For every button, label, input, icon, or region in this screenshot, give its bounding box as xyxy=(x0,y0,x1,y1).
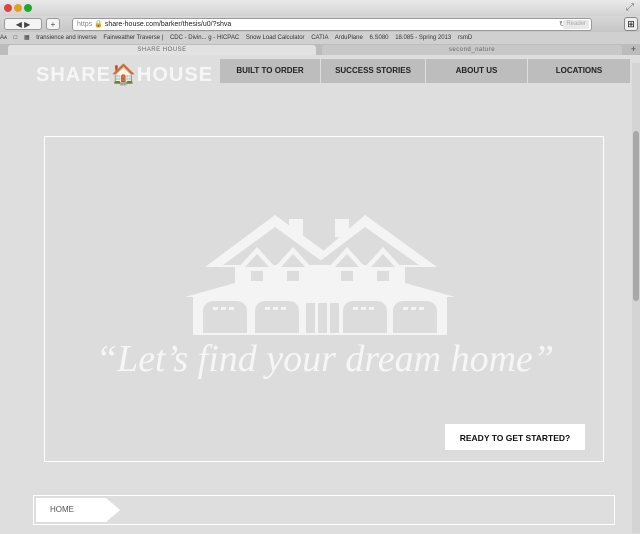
bookmark-item[interactable]: Snow Load Calculator xyxy=(246,35,305,41)
page-scrollbar[interactable] xyxy=(632,63,640,533)
bookmark-item[interactable]: CDC - Divin... g - HICPAC xyxy=(170,35,239,41)
breadcrumb-home[interactable]: HOME xyxy=(36,498,106,522)
scrollbar-thumb[interactable] xyxy=(633,131,639,301)
address-bar[interactable]: https 🔒 share-house.com/barker/thesis/u0… xyxy=(72,18,592,31)
tab-second-nature[interactable]: second_nature xyxy=(322,45,622,55)
bookmarks-bar: Aᴀ □ ▦ transience and inverse Fairweathe… xyxy=(0,32,640,44)
hero-panel: “Let’s find your dream home” READY TO GE… xyxy=(44,136,604,462)
browser-toolbar: ◀ ▶ + https 🔒 share-house.com/barker/the… xyxy=(0,16,640,32)
back-forward-buttons[interactable]: ◀ ▶ xyxy=(4,18,42,30)
nav-built-to-order[interactable]: BUILT TO ORDER xyxy=(220,59,320,83)
bookmark-item[interactable]: CATIA xyxy=(311,35,328,41)
minimize-window-button[interactable] xyxy=(14,4,22,12)
house-icon xyxy=(185,215,455,335)
close-window-button[interactable] xyxy=(4,4,12,12)
bookmark-item[interactable]: ArduPlane xyxy=(335,35,363,41)
new-tab-icon[interactable]: + xyxy=(631,44,636,54)
bookmark-item[interactable]: 18.085 - Spring 2013 xyxy=(395,35,451,41)
bookmark-item[interactable]: 6.S080 xyxy=(370,35,389,41)
bookmark-item[interactable]: rsmD xyxy=(458,35,472,41)
bookmark-item[interactable]: Fairweather Traverse | xyxy=(103,35,163,41)
lock-icon: 🔒 xyxy=(94,21,103,28)
url-protocol: https xyxy=(77,21,93,28)
bookmark-item[interactable]: ▦ xyxy=(24,35,30,41)
bookmark-item[interactable]: transience and inverse xyxy=(36,35,96,41)
tab-share-house[interactable]: SHARE HOUSE xyxy=(8,45,316,55)
site-logo[interactable]: SHARE🏠HOUSE xyxy=(36,62,213,87)
get-started-button[interactable]: READY TO GET STARTED? xyxy=(445,424,585,450)
reader-button[interactable]: Reader xyxy=(563,20,589,29)
bookmark-item[interactable]: □ xyxy=(14,35,18,41)
add-bookmark-button[interactable]: + xyxy=(46,18,60,30)
breadcrumb-arrow-icon xyxy=(106,498,120,522)
fullscreen-icon[interactable]: ⤢ xyxy=(626,2,634,13)
web-page: SHARE🏠HOUSE BUILT TO ORDER SUCCESS STORI… xyxy=(0,55,640,534)
hero-tagline: “Let’s find your dream home” xyxy=(95,338,555,380)
nav-about-us[interactable]: ABOUT US xyxy=(426,59,527,83)
site-header: SHARE🏠HOUSE BUILT TO ORDER SUCCESS STORI… xyxy=(0,55,640,87)
nav-success-stories[interactable]: SUCCESS STORIES xyxy=(321,59,425,83)
breadcrumb: HOME xyxy=(33,495,615,525)
window-titlebar: ⤢ xyxy=(0,0,640,16)
nav-locations[interactable]: LOCATIONS xyxy=(528,59,630,83)
bookmark-item[interactable]: Aᴀ xyxy=(0,35,7,41)
sidebar-toggle-icon[interactable]: ⊞ xyxy=(624,17,638,31)
url-text: share-house.com/barker/thesis/u0/?shva xyxy=(104,21,232,28)
zoom-window-button[interactable] xyxy=(24,4,32,12)
tab-bar: SHARE HOUSE second_nature + xyxy=(0,44,640,55)
